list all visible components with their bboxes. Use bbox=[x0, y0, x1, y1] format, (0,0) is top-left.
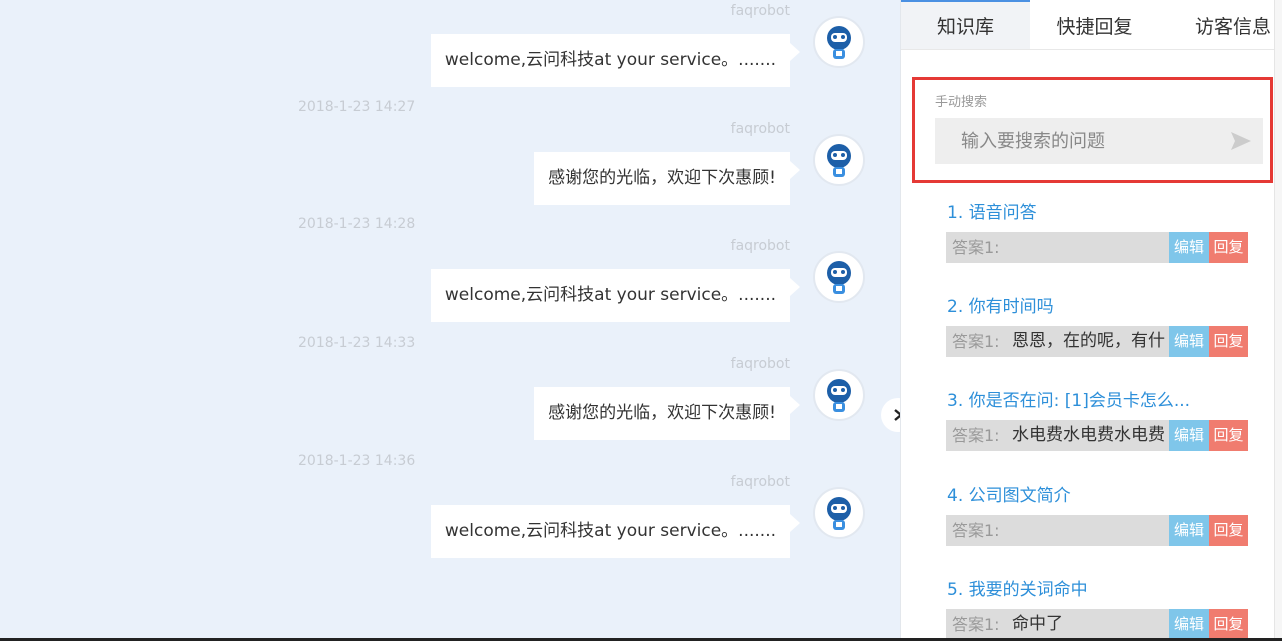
answer-row: 答案1: 恩恩，在的呢，有什 编辑 回复 bbox=[946, 326, 1248, 357]
knowledge-item: 2. 你有时间吗 答案1: 恩恩，在的呢，有什 编辑 回复 bbox=[946, 292, 1248, 382]
message-timestamp: 2018-1-23 14:33 bbox=[298, 335, 416, 351]
reply-button[interactable]: 回复 bbox=[1209, 609, 1248, 640]
answer-row: 答案1: 命中了 编辑 回复 bbox=[946, 609, 1248, 640]
knowledge-item-title[interactable]: 2. 你有时间吗 bbox=[947, 292, 1054, 317]
tab-knowledge-base[interactable]: 知识库 bbox=[901, 0, 1030, 49]
answer-label: 答案1: bbox=[952, 238, 1000, 257]
robot-avatar-icon bbox=[813, 134, 865, 186]
search-label: 手动搜索 bbox=[935, 95, 988, 110]
message-timestamp: 2018-1-23 14:27 bbox=[298, 99, 416, 115]
sender-name: faqrobot bbox=[730, 356, 790, 372]
tab-visitor-info[interactable]: 访客信息 bbox=[1159, 0, 1275, 49]
chat-message: faqrobot 感谢您的光临，欢迎下次惠顾! bbox=[0, 121, 900, 239]
message-bubble: welcome,云问科技at your service。....... bbox=[430, 505, 801, 558]
knowledge-item-title[interactable]: 3. 你是否在问: [1]会员卡怎么... bbox=[947, 386, 1190, 411]
reply-button[interactable]: 回复 bbox=[1209, 326, 1248, 357]
chat-message: faqrobot welcome,云问科技at your service。...… bbox=[0, 3, 900, 121]
message-bubble: 感谢您的光临，欢迎下次惠顾! bbox=[534, 152, 800, 205]
chevron-right-icon bbox=[894, 409, 900, 421]
knowledge-item-title[interactable]: 4. 公司图文简介 bbox=[947, 481, 1071, 506]
edit-button[interactable]: 编辑 bbox=[1169, 232, 1209, 263]
edit-button[interactable]: 编辑 bbox=[1169, 326, 1209, 357]
reply-button[interactable]: 回复 bbox=[1209, 420, 1248, 451]
answer-label: 答案1: bbox=[952, 426, 1000, 445]
edit-button[interactable]: 编辑 bbox=[1169, 609, 1209, 640]
chat-message: faqrobot welcome,云问科技at your service。...… bbox=[0, 238, 900, 356]
message-timestamp: 2018-1-23 14:28 bbox=[298, 216, 416, 232]
message-bubble: welcome,云问科技at your service。....... bbox=[430, 34, 801, 87]
robot-avatar-icon bbox=[813, 487, 865, 539]
answer-label: 答案1: bbox=[952, 615, 1000, 634]
message-bubble: welcome,云问科技at your service。....... bbox=[430, 269, 801, 322]
scrollbar[interactable] bbox=[1274, 0, 1282, 641]
sender-name: faqrobot bbox=[730, 3, 790, 19]
sender-name: faqrobot bbox=[730, 238, 790, 254]
knowledge-item: 5. 我要的关词命中 答案1: 命中了 编辑 回复 bbox=[946, 575, 1248, 641]
message-bubble: 感谢您的光临，欢迎下次惠顾! bbox=[534, 387, 800, 440]
chat-message: faqrobot welcome,云问科技at your service。...… bbox=[0, 474, 900, 592]
manual-search-section: 手动搜索 bbox=[912, 77, 1273, 183]
answer-label: 答案1: bbox=[952, 521, 1000, 540]
answer-text: 命中了 bbox=[1012, 614, 1063, 634]
message-timestamp: 2018-1-23 14:36 bbox=[298, 453, 416, 469]
answer-row: 答案1: 编辑 回复 bbox=[946, 232, 1248, 263]
send-icon[interactable] bbox=[1229, 130, 1253, 152]
answer-row: 答案1: 编辑 回复 bbox=[946, 515, 1248, 546]
knowledge-item: 4. 公司图文简介 答案1: 编辑 回复 bbox=[946, 481, 1248, 571]
answer-text: 水电费水电费水电费 bbox=[1012, 425, 1165, 445]
knowledge-item-title[interactable]: 1. 语音问答 bbox=[947, 198, 1037, 223]
answer-text: 恩恩，在的呢，有什 bbox=[1012, 331, 1165, 351]
robot-avatar-icon bbox=[813, 251, 865, 303]
side-panel: 知识库 快捷回复 访客信息 手动搜索 1. 语音问答 答案1: 编辑 回复 2.… bbox=[900, 0, 1282, 641]
edit-button[interactable]: 编辑 bbox=[1169, 515, 1209, 546]
search-input[interactable] bbox=[935, 118, 1223, 164]
robot-avatar-icon bbox=[813, 369, 865, 421]
knowledge-item-title[interactable]: 5. 我要的关词命中 bbox=[947, 575, 1088, 600]
knowledge-item: 3. 你是否在问: [1]会员卡怎么... 答案1: 水电费水电费水电费 编辑 … bbox=[946, 386, 1248, 476]
tab-quick-reply[interactable]: 快捷回复 bbox=[1030, 0, 1159, 49]
robot-avatar-icon bbox=[813, 16, 865, 68]
sender-name: faqrobot bbox=[730, 474, 790, 490]
search-field bbox=[935, 118, 1263, 164]
reply-button[interactable]: 回复 bbox=[1209, 515, 1248, 546]
panel-tabs: 知识库 快捷回复 访客信息 bbox=[901, 0, 1275, 50]
reply-button[interactable]: 回复 bbox=[1209, 232, 1248, 263]
chat-message: faqrobot 感谢您的光临，欢迎下次惠顾! bbox=[0, 356, 900, 474]
answer-row: 答案1: 水电费水电费水电费 编辑 回复 bbox=[946, 420, 1248, 451]
edit-button[interactable]: 编辑 bbox=[1169, 420, 1209, 451]
answer-label: 答案1: bbox=[952, 332, 1000, 351]
chat-area: faqrobot welcome,云问科技at your service。...… bbox=[0, 0, 900, 641]
knowledge-item: 1. 语音问答 答案1: 编辑 回复 bbox=[946, 198, 1248, 288]
sender-name: faqrobot bbox=[730, 121, 790, 137]
